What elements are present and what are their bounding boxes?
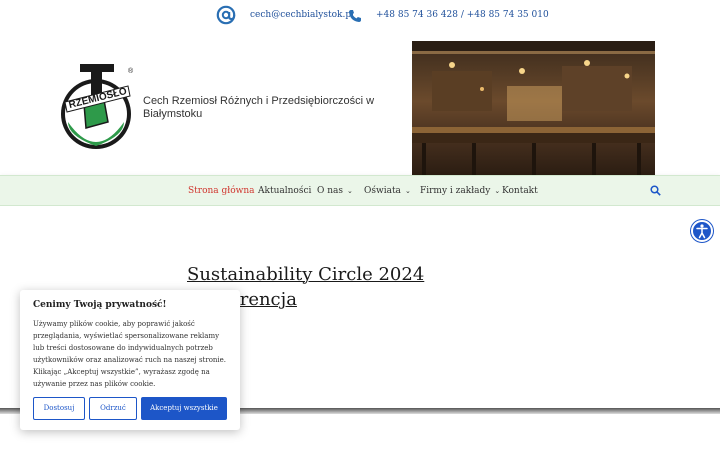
nav-item-contact[interactable]: Kontakt bbox=[502, 186, 538, 196]
accessibility-button[interactable] bbox=[691, 220, 713, 242]
chevron-down-icon: ⌄ bbox=[404, 187, 411, 195]
phone-icon bbox=[349, 10, 361, 22]
chevron-down-icon: ⌄ bbox=[494, 187, 501, 195]
workshop-photo bbox=[412, 41, 655, 175]
nav-item-education[interactable]: Oświata ⌄ bbox=[364, 186, 411, 196]
phone-numbers[interactable]: +48 85 74 36 428 / +48 85 74 35 010 bbox=[376, 10, 549, 20]
rzemioslo-logo[interactable]: RZEMIOSŁO ® bbox=[58, 64, 136, 152]
at-icon bbox=[216, 5, 236, 25]
accept-all-button[interactable]: Akceptuj wszystkie bbox=[141, 397, 227, 420]
customize-button[interactable]: Dostosuj bbox=[33, 397, 85, 420]
nav-item-companies[interactable]: Firmy i zakłady ⌄ bbox=[420, 186, 500, 196]
nav-item-news[interactable]: Aktualności bbox=[258, 186, 311, 196]
nav-item-about[interactable]: O nas ⌄ bbox=[317, 186, 353, 196]
search-icon[interactable] bbox=[650, 185, 661, 196]
nav-item-home[interactable]: Strona główna bbox=[188, 186, 255, 196]
cookie-consent-dialog: Cenimy Twoją prywatność! Używamy plików … bbox=[20, 290, 240, 430]
email-link[interactable]: cech@cechbialystok.pl bbox=[250, 10, 354, 20]
site-title[interactable]: Cech Rzemiosł Różnych i Przedsiębiorczoś… bbox=[143, 95, 383, 121]
cookie-title: Cenimy Twoją prywatność! bbox=[33, 300, 167, 310]
cookie-description: Używamy plików cookie, aby poprawić jako… bbox=[33, 320, 227, 388]
accessibility-icon bbox=[696, 224, 708, 239]
contact-bar: cech@cechbialystok.pl +48 85 74 36 428 /… bbox=[0, 0, 720, 32]
chevron-down-icon: ⌄ bbox=[347, 187, 353, 195]
main-nav: Strona główna Aktualności O nas ⌄ Oświata… bbox=[0, 175, 720, 206]
reject-button[interactable]: Odrzuć bbox=[89, 397, 137, 420]
registered-mark: ® bbox=[128, 67, 134, 75]
